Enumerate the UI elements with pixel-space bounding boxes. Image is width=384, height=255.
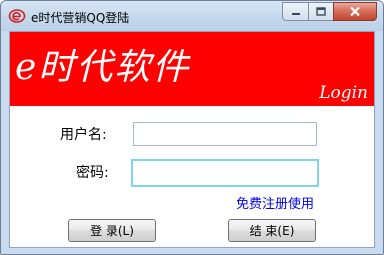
window-controls [282, 2, 377, 22]
minimize-icon [291, 12, 300, 15]
minimize-button[interactable] [282, 2, 308, 21]
window-title: e时代营销QQ登陆 [31, 11, 130, 25]
banner-subtitle: Login [319, 83, 368, 103]
brand-banner: e时代软件 Login [10, 32, 374, 106]
banner-title: e时代软件 [15, 47, 191, 88]
username-label: 用户名: [60, 127, 107, 143]
maximize-icon [316, 7, 326, 16]
exit-button[interactable]: 结 束(E) [228, 219, 316, 242]
username-field[interactable] [133, 122, 317, 146]
login-panel: e时代软件 Login 用户名: 密码: 免费注册使用 登 录(L) 结 束(E… [9, 31, 375, 248]
close-button[interactable] [333, 2, 377, 21]
maximize-button[interactable] [308, 2, 333, 21]
close-icon [350, 6, 360, 17]
title-bar[interactable]: e时代营销QQ登陆 [1, 1, 383, 31]
register-link[interactable]: 免费注册使用 [236, 193, 314, 212]
login-button[interactable]: 登 录(L) [68, 219, 156, 242]
password-label: 密码: [76, 165, 109, 181]
login-window: e时代营销QQ登陆 e时代软件 Login 用户名: 密码: 免费注册使用 登 … [0, 0, 384, 255]
e-logo-icon [8, 7, 26, 25]
password-field[interactable] [131, 159, 319, 187]
